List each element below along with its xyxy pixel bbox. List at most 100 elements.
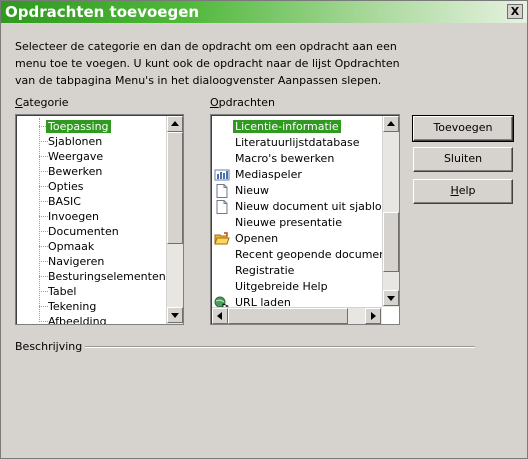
command-item-label: Mediaspeler [235, 168, 302, 181]
category-item[interactable]: Besturingselementen [48, 269, 166, 284]
command-item-label: Nieuw document uit sjabloon [235, 200, 382, 213]
scroll-right-button[interactable] [365, 308, 381, 324]
category-item-label: Besturingselementen [48, 270, 166, 283]
category-item[interactable]: Afbeelding [48, 314, 107, 325]
title-bar[interactable]: Opdrachten toevoegen X [1, 1, 527, 23]
arrow-down-icon [387, 296, 395, 301]
arrow-left-icon [217, 312, 222, 320]
commands-label-mnemonic: O [210, 96, 219, 109]
command-item[interactable]: Registratie [235, 263, 294, 278]
command-item-label: Uitgebreide Help [235, 280, 328, 293]
tree-branch [39, 171, 48, 172]
command-item[interactable]: Macro's bewerken [235, 151, 334, 166]
tree-branch [39, 261, 48, 262]
command-item[interactable]: Openen [235, 231, 278, 246]
arrow-up-icon [387, 121, 395, 126]
help-mnemonic: H [450, 184, 459, 197]
category-item[interactable]: Toepassing [46, 119, 111, 134]
category-item-label: Opties [48, 180, 84, 193]
tree-branch [39, 291, 48, 292]
category-item[interactable]: Navigeren [48, 254, 104, 269]
commands-vertical-scrollbar[interactable] [382, 116, 399, 307]
open-folder-icon [214, 232, 230, 246]
category-scrollbar[interactable] [166, 116, 183, 324]
new-document-icon [214, 184, 230, 198]
category-item-label: BASIC [48, 195, 81, 208]
commands-scroll-down-button[interactable] [383, 290, 399, 306]
scroll-down-button[interactable] [167, 307, 183, 323]
group-divider [85, 346, 475, 348]
category-item[interactable]: Bewerken [48, 164, 102, 179]
category-tree[interactable]: Toepassing Sjablonen Weergave Bewerken Optie… [15, 114, 184, 325]
category-item[interactable]: Documenten [48, 224, 119, 239]
category-item-label: Navigeren [48, 255, 105, 268]
category-item-label: Invoegen [48, 210, 99, 223]
arrow-right-icon [371, 312, 376, 320]
category-label: Categorie [15, 96, 69, 109]
command-items: Licentie-informatie Literatuurlijstdataba… [211, 115, 382, 308]
command-item-label: Macro's bewerken [235, 152, 335, 165]
category-item[interactable]: Sjablonen [48, 134, 102, 149]
category-item[interactable]: Weergave [48, 149, 103, 164]
commands-label-rest: pdrachten [218, 96, 275, 109]
commands-scroll-up-button[interactable] [383, 116, 399, 132]
dialog-description: Selecteer de categorie en dan de opdrach… [15, 40, 400, 87]
tree-branch [39, 141, 48, 142]
category-item-label: Tabel [48, 285, 77, 298]
scroll-up-button[interactable] [167, 116, 183, 132]
category-item-label: Opmaak [48, 240, 95, 253]
dialog-window: Opdrachten toevoegen X Selecteer de cate… [0, 0, 528, 459]
tree-branch [39, 276, 48, 277]
category-item[interactable]: BASIC [48, 194, 81, 209]
command-item[interactable]: Nieuw document uit sjabloon [235, 199, 382, 214]
commands-list[interactable]: Licentie-informatie Literatuurlijstdataba… [210, 114, 400, 325]
command-item-label: Registratie [235, 264, 295, 277]
command-item[interactable]: Nieuw [235, 183, 269, 198]
category-item[interactable]: Opmaak [48, 239, 94, 254]
category-item-label: Toepassing [46, 120, 111, 133]
command-item[interactable]: Mediaspeler [235, 167, 302, 182]
command-item[interactable]: Literatuurlijstdatabase [235, 135, 360, 150]
category-item-label: Sjablonen [48, 135, 103, 148]
command-item-label: Openen [235, 232, 279, 245]
commands-hscroll-thumb[interactable] [228, 308, 348, 324]
category-item[interactable]: Tabel [48, 284, 76, 299]
close-button[interactable]: Sluiten [413, 147, 513, 172]
scroll-left-button[interactable] [212, 308, 228, 324]
category-item[interactable]: Opties [48, 179, 84, 194]
mediaplayer-icon [214, 168, 230, 182]
command-item-label: Literatuurlijstdatabase [235, 136, 360, 149]
command-item-label: Nieuw [235, 184, 270, 197]
commands-horizontal-scrollbar[interactable] [212, 307, 382, 324]
category-item-label: Bewerken [48, 165, 103, 178]
new-from-template-icon [214, 200, 230, 214]
help-button[interactable]: Help [413, 179, 513, 204]
command-item[interactable]: Nieuwe presentatie [235, 215, 342, 230]
command-item-label: Recent geopende documenten [235, 248, 382, 261]
tree-branch [39, 306, 48, 307]
category-label-rest: ategorie [22, 96, 69, 109]
commands-scroll-thumb[interactable] [383, 212, 399, 272]
window-title: Opdrachten toevoegen [5, 3, 200, 21]
arrow-down-icon [171, 313, 179, 318]
category-item[interactable]: Invoegen [48, 209, 99, 224]
close-window-button[interactable]: X [507, 4, 523, 19]
command-item-label: Licentie-informatie [233, 120, 341, 133]
category-item-label: Tekening [48, 300, 97, 313]
tree-branch [39, 321, 48, 322]
add-button[interactable]: Toevoegen [412, 115, 514, 142]
tree-branch [39, 186, 48, 187]
command-item[interactable]: Uitgebreide Help [235, 279, 328, 294]
command-item[interactable]: Recent geopende documenten [235, 247, 382, 262]
category-item[interactable]: Tekening [48, 299, 96, 314]
category-item-label: Weergave [48, 150, 104, 163]
tree-connector [39, 118, 40, 320]
category-item-label: Afbeelding [48, 315, 107, 325]
tree-branch [39, 156, 48, 157]
commands-label: Opdrachten [210, 96, 275, 109]
scroll-thumb[interactable] [167, 132, 183, 244]
tree-branch [39, 201, 48, 202]
command-item[interactable]: Licentie-informatie [233, 119, 341, 134]
description-group-label: Beschrijving [15, 340, 83, 353]
category-label-mnemonic: C [15, 96, 23, 109]
